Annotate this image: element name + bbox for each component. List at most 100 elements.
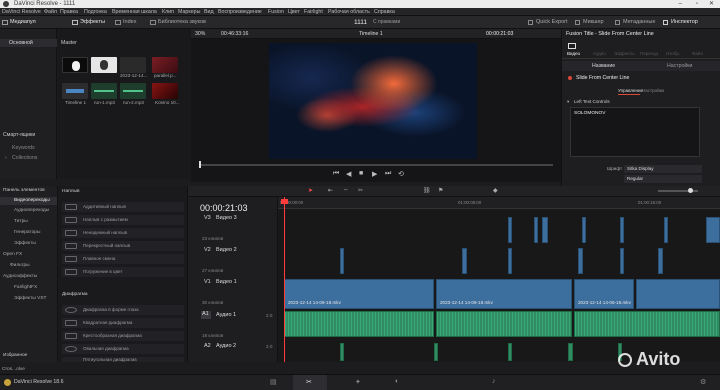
category-audio-transitions[interactable]: Аудиопереходы bbox=[14, 208, 49, 213]
maximize-icon[interactable]: ▫ bbox=[696, 0, 698, 8]
blade-tool-icon[interactable]: ✂ bbox=[358, 187, 363, 194]
tab-audio[interactable]: Аудио bbox=[593, 51, 606, 56]
menu-markers[interactable]: Маркеры bbox=[178, 8, 200, 16]
video-clip[interactable] bbox=[582, 217, 586, 243]
fairlight-page-icon[interactable]: ♪ bbox=[492, 378, 496, 385]
media-thumb-1[interactable] bbox=[62, 57, 88, 73]
stop-icon[interactable]: ■ bbox=[359, 170, 363, 177]
category-titles[interactable]: Титры bbox=[14, 219, 28, 224]
flag-icon[interactable]: ⚑ bbox=[438, 187, 443, 194]
video-clip[interactable]: 2023-12-14 14-06-18.mkv bbox=[284, 279, 434, 309]
playhead-handle[interactable] bbox=[281, 199, 288, 204]
video-clip[interactable] bbox=[636, 279, 720, 309]
media-thumb-5[interactable] bbox=[62, 83, 88, 99]
section-left-text-controls[interactable]: Left Text Controls bbox=[574, 99, 610, 104]
menu-edit[interactable]: Правка bbox=[60, 8, 78, 16]
skip-start-icon[interactable]: ⏮ bbox=[333, 170, 339, 178]
link-icon[interactable]: ⛓ bbox=[423, 187, 431, 194]
fx-item[interactable]: Наплыв с размытием bbox=[62, 215, 184, 225]
media-thumb-3[interactable] bbox=[120, 57, 146, 73]
category-fairlightfx[interactable]: FairlightFX bbox=[14, 285, 37, 290]
video-clip[interactable] bbox=[706, 217, 720, 243]
inspector-button[interactable]: Инспектор bbox=[663, 18, 707, 27]
menu-playback[interactable]: Воспроизведение bbox=[218, 8, 262, 16]
media-thumb-8[interactable] bbox=[152, 83, 178, 99]
subtab-settings2[interactable]: Настройки bbox=[642, 88, 664, 93]
playhead[interactable] bbox=[284, 197, 285, 362]
category-generators[interactable]: Генераторы bbox=[14, 230, 40, 235]
smart-bin-keywords[interactable]: Keywords bbox=[12, 145, 35, 151]
menu-clip[interactable]: Клип bbox=[162, 8, 174, 16]
tab-image[interactable]: Изобр. bbox=[666, 51, 680, 56]
fx-item[interactable]: Погружение в цвет bbox=[62, 267, 184, 277]
track-name-a2[interactable]: Аудио 2 bbox=[216, 343, 236, 349]
menu-color[interactable]: Цвет bbox=[288, 8, 300, 16]
close-icon[interactable]: ✕ bbox=[709, 0, 714, 8]
track-name-v2[interactable]: Видео 2 bbox=[216, 247, 237, 253]
skip-end-icon[interactable]: ⏭ bbox=[385, 170, 391, 178]
menu-view[interactable]: Вид bbox=[204, 8, 214, 16]
subtab-title[interactable]: Название bbox=[592, 63, 615, 69]
subtab-controls[interactable]: Управление bbox=[618, 88, 643, 93]
track-name-a1[interactable]: Аудио 1 bbox=[216, 312, 236, 318]
mixer-button[interactable]: Микшер bbox=[575, 18, 607, 27]
track-name-v1[interactable]: Видео 1 bbox=[216, 279, 237, 285]
video-clip[interactable] bbox=[620, 248, 624, 274]
scrubber-track[interactable] bbox=[199, 164, 553, 166]
style-select[interactable]: Regular bbox=[624, 175, 702, 183]
fx-item[interactable]: Аддитивный наплыв bbox=[62, 202, 184, 212]
minimize-icon[interactable]: – bbox=[679, 0, 682, 8]
media-thumb-6[interactable] bbox=[91, 83, 117, 99]
category-openfx[interactable]: Open FX bbox=[3, 252, 22, 257]
media-pool-button[interactable]: Медиапул bbox=[2, 18, 60, 27]
video-clip[interactable] bbox=[664, 217, 668, 243]
quick-export-button[interactable]: Quick Export bbox=[528, 18, 568, 27]
video-clip[interactable]: 2023-12-14 14-06-18.mkv bbox=[436, 279, 572, 309]
media-thumb-2[interactable] bbox=[91, 57, 117, 73]
video-clip[interactable] bbox=[542, 217, 548, 243]
zoom-level[interactable]: 30% bbox=[195, 31, 205, 37]
audio-clip[interactable] bbox=[436, 311, 572, 337]
scrubber-playhead[interactable] bbox=[199, 161, 201, 168]
video-clip[interactable]: 2023-12-14 14-06-18.mkv bbox=[574, 279, 634, 309]
menu-trim[interactable]: Подгонка bbox=[84, 8, 107, 16]
media-thumb-4[interactable] bbox=[152, 57, 178, 73]
menu-timeline[interactable]: Временная шкала bbox=[112, 8, 157, 16]
index-button[interactable]: Index bbox=[115, 18, 143, 27]
menu-davinci[interactable]: DaVinci Resolve bbox=[2, 8, 41, 16]
menu-help[interactable]: Справка bbox=[374, 8, 395, 16]
category-toolbox[interactable]: Панель элементов bbox=[3, 188, 45, 193]
tab-file[interactable]: Файл bbox=[692, 51, 703, 56]
timeline-ruler[interactable]: 01:00:00:00 01:00:08:00 01:00:16:00 bbox=[278, 197, 720, 209]
fx-item[interactable]: Квадратная диафрагма bbox=[62, 318, 184, 328]
category-effects[interactable]: Эффекты bbox=[14, 241, 36, 246]
color-page-icon[interactable]: ◐ bbox=[395, 378, 399, 385]
favorite-item[interactable]: Cros...olve bbox=[2, 367, 25, 372]
menu-fusion[interactable]: Fusion bbox=[268, 8, 284, 16]
selection-tool-icon[interactable]: ➤ bbox=[308, 187, 313, 194]
effect-enabled-icon[interactable] bbox=[568, 76, 572, 80]
audio-clip[interactable] bbox=[340, 343, 344, 361]
video-clip[interactable] bbox=[340, 248, 344, 274]
category-video-transitions-row[interactable]: Видеопереходы bbox=[0, 197, 57, 205]
category-filters[interactable]: Фильтры bbox=[10, 263, 30, 268]
zoom-slider-handle[interactable] bbox=[688, 188, 693, 193]
text-input[interactable]: SOLOMONOV bbox=[570, 107, 700, 157]
loop-icon[interactable]: ⟲ bbox=[398, 170, 404, 178]
subtab-settings[interactable]: Настройки bbox=[667, 63, 692, 69]
dynamic-trim-icon[interactable]: ⇔ bbox=[343, 187, 349, 193]
track-id-a1-box[interactable]: A1 bbox=[201, 311, 211, 319]
fx-item[interactable]: Диафрагма в форме глаза bbox=[62, 305, 184, 315]
timeline-area[interactable]: 01:00:00:00 01:00:08:00 01:00:16:00 2023… bbox=[278, 197, 720, 362]
menu-file[interactable]: Файл bbox=[44, 8, 57, 16]
media-thumb-7[interactable] bbox=[120, 83, 146, 99]
edit-page-tab[interactable]: ✂ bbox=[293, 375, 327, 390]
video-clip[interactable] bbox=[534, 217, 538, 243]
video-clip[interactable] bbox=[508, 248, 512, 274]
tab-effects[interactable]: Эффекты bbox=[614, 51, 634, 56]
media-page-icon[interactable]: ▤ bbox=[270, 378, 277, 386]
audio-clip[interactable] bbox=[508, 343, 512, 361]
video-clip[interactable] bbox=[658, 248, 663, 274]
tab-transition[interactable]: Переход bbox=[640, 51, 658, 56]
audio-clip[interactable] bbox=[434, 343, 438, 361]
